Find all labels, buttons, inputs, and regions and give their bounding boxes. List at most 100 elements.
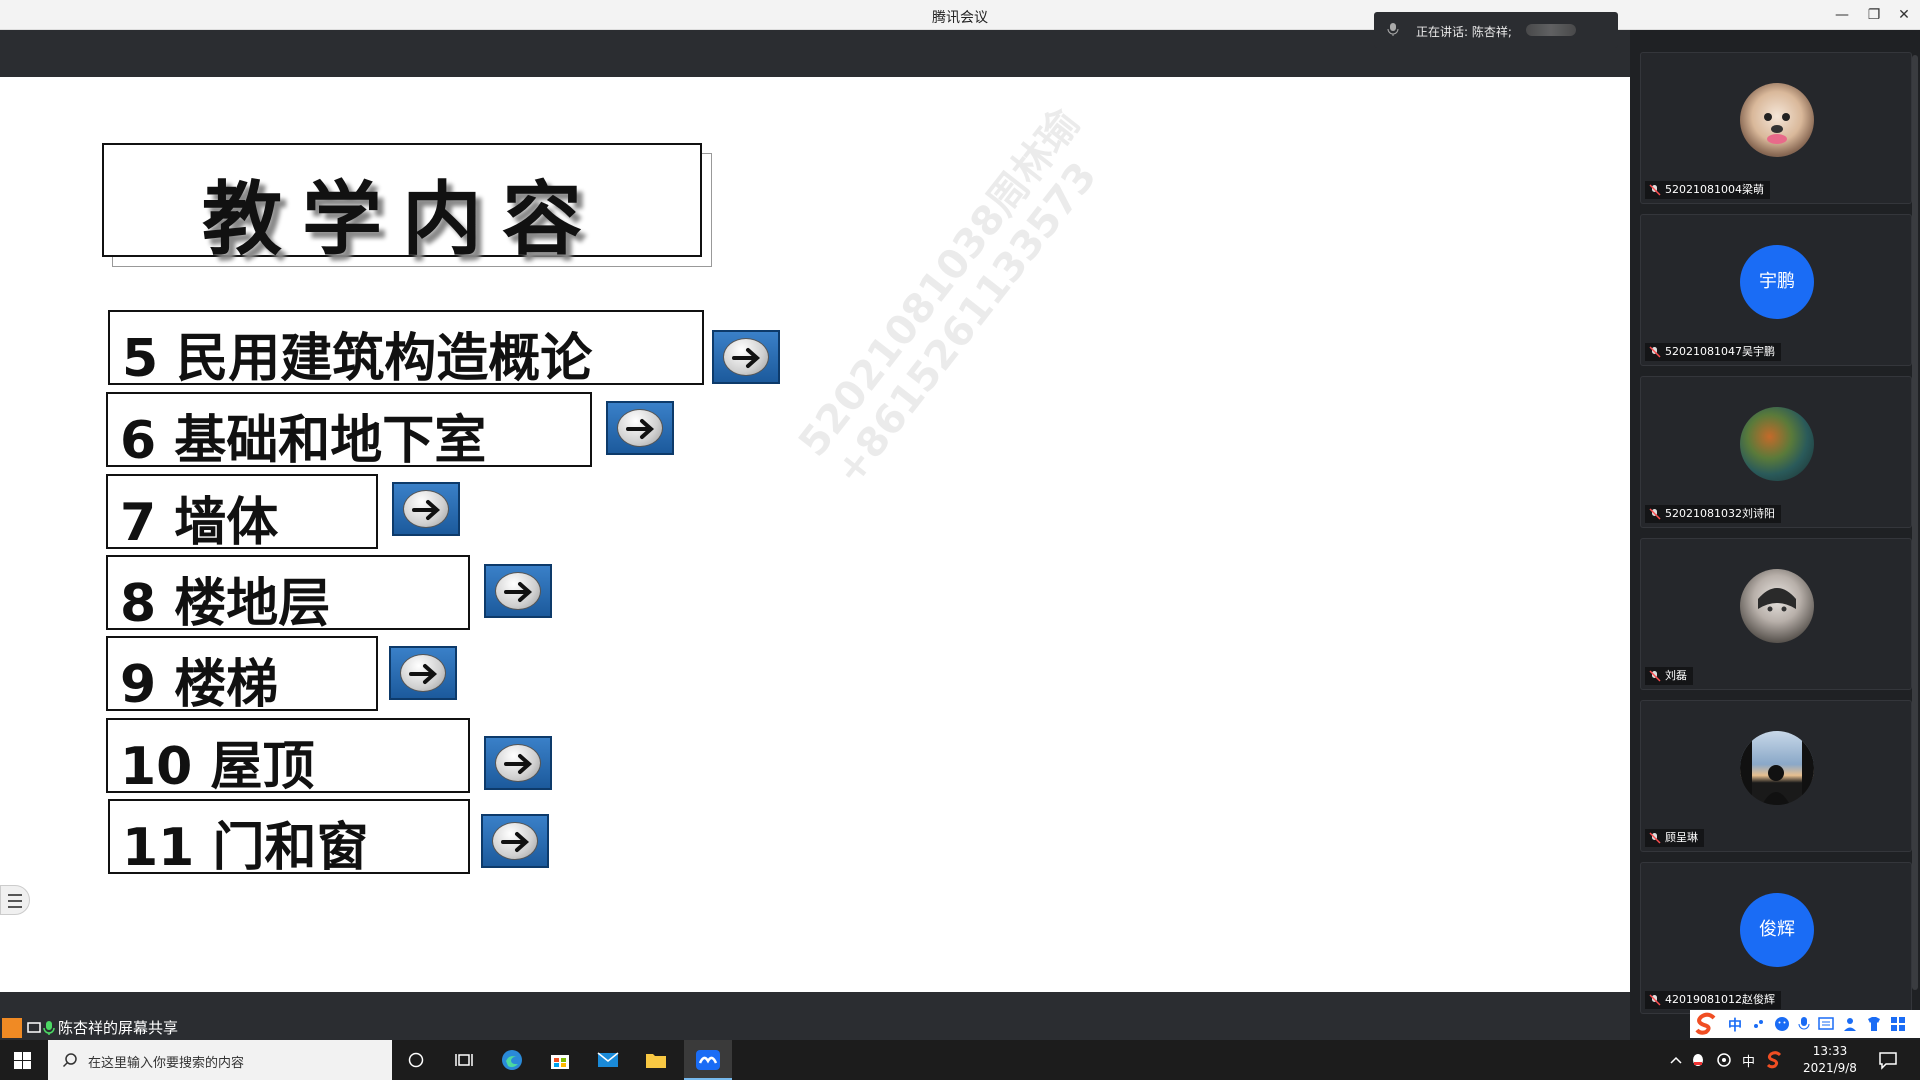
participant-name-text: 42019081012赵俊辉	[1665, 993, 1775, 1006]
store-icon	[551, 1055, 569, 1069]
shared-screen: 教学内容 5 民用建筑构造概论 6 基础和地下室 7 墙体 8 楼地层 9 楼梯…	[0, 77, 1630, 992]
arrow-button[interactable]	[484, 736, 552, 790]
slide-title: 教学内容	[202, 173, 602, 266]
cortana-button[interactable]	[392, 1040, 440, 1080]
screen-share-label: 陈杏祥的屏幕共享	[0, 1016, 195, 1040]
arrow-button[interactable]	[389, 646, 457, 700]
participant-sidebar: 52021081004梁萌 宇鹏 52021081047吴宇鹏 52021081…	[1630, 52, 1920, 1040]
restore-button[interactable]: ❐	[1860, 4, 1888, 26]
arrow-right-icon	[403, 490, 449, 528]
system-clock[interactable]: 13:33 2021/9/8	[1798, 1043, 1862, 1077]
qq-icon[interactable]	[1690, 1052, 1706, 1068]
share-label-text: 陈杏祥的屏幕共享	[58, 1019, 179, 1037]
toolbox-icon	[1891, 1017, 1905, 1031]
sidebar-scrollbar[interactable]	[1912, 55, 1918, 990]
file-explorer-button[interactable]	[632, 1040, 680, 1080]
keyboard-icon	[1818, 1017, 1834, 1030]
arrow-right-icon	[495, 744, 541, 782]
skin-icon	[1868, 1017, 1880, 1031]
list-item: 9 楼梯	[106, 636, 378, 715]
slide-title-box: 教学内容	[102, 143, 702, 266]
participant-name: 52021081047吴宇鹏	[1645, 343, 1781, 361]
clock-time: 13:33	[1812, 1044, 1848, 1058]
participant-tile[interactable]: 顾呈琳	[1640, 700, 1912, 852]
watermark-line: 52021081038周林瑜	[790, 101, 1089, 466]
mic-muted-icon	[1649, 184, 1661, 196]
arrow-right-icon	[617, 409, 663, 447]
store-button[interactable]	[536, 1040, 584, 1080]
item-label: 10 屋顶	[120, 737, 315, 797]
participant-name: 刘磊	[1645, 667, 1693, 685]
avatar: 宇鹏	[1740, 245, 1814, 319]
participant-name-text: 52021081032刘诗阳	[1665, 507, 1775, 520]
emoji-icon	[1775, 1017, 1789, 1031]
participant-tile[interactable]: 宇鹏 52021081047吴宇鹏	[1640, 214, 1912, 366]
speaking-text: 正在讲话: 陈杏祥;	[1416, 25, 1512, 39]
arrow-right-icon	[492, 822, 538, 860]
task-view-button[interactable]	[440, 1040, 488, 1080]
list-item: 8 楼地层	[106, 555, 470, 634]
task-view-icon	[455, 1054, 473, 1066]
participant-name: 顾呈琳	[1645, 829, 1704, 847]
notification-icon[interactable]	[1878, 1050, 1898, 1070]
user-center-icon	[1844, 1018, 1856, 1031]
list-item: 7 墙体	[106, 474, 378, 553]
sogou-tray-icon[interactable]	[1766, 1051, 1784, 1069]
avatar	[1740, 569, 1814, 643]
folder-icon	[646, 1054, 666, 1068]
ime-toolbar[interactable]: 中	[1690, 1010, 1920, 1038]
window-titlebar: 腾讯会议 — ❐ ✕	[0, 0, 1920, 30]
mail-button[interactable]	[584, 1040, 632, 1080]
item-label: 8 楼地层	[120, 574, 331, 634]
participant-tile[interactable]: 刘磊	[1640, 538, 1912, 690]
participant-tile[interactable]: 52021081032刘诗阳	[1640, 376, 1912, 528]
ime-lang-indicator[interactable]: 中	[1728, 1015, 1742, 1035]
minimize-button[interactable]: —	[1828, 4, 1856, 26]
voice-input-icon	[1798, 1017, 1810, 1030]
arrow-button[interactable]	[712, 330, 780, 384]
taskbar-search-box[interactable]: 在这里输入你要搜索的内容	[48, 1040, 392, 1080]
arrow-button[interactable]	[481, 814, 549, 868]
close-button[interactable]: ✕	[1890, 4, 1918, 26]
arrow-right-icon	[400, 654, 446, 692]
list-item: 10 屋顶	[106, 718, 470, 797]
mic-muted-icon	[1649, 508, 1661, 520]
participant-name-text: 52021081004梁萌	[1665, 183, 1764, 196]
tencent-meeting-icon	[696, 1050, 720, 1070]
participant-tile[interactable]: 俊辉 42019081012赵俊辉	[1640, 862, 1912, 1014]
item-label: 5 民用建筑构造概论	[122, 329, 593, 389]
edge-icon	[502, 1050, 522, 1070]
cortana-icon	[408, 1052, 424, 1068]
start-button[interactable]	[0, 1040, 46, 1080]
participant-name-text: 52021081047吴宇鹏	[1665, 345, 1775, 358]
clock-date: 2021/9/8	[1803, 1061, 1857, 1075]
search-placeholder: 在这里输入你要搜索的内容	[88, 1056, 245, 1071]
watermark: 52021081038周林瑜 +8615261133573	[790, 101, 1125, 493]
edge-button[interactable]	[488, 1040, 536, 1080]
participant-tile[interactable]: 52021081004梁萌	[1640, 52, 1912, 204]
arrow-button[interactable]	[484, 564, 552, 618]
mic-muted-icon	[1649, 346, 1661, 358]
participant-name: 52021081004梁萌	[1645, 181, 1770, 199]
mic-icon	[1387, 23, 1399, 36]
input-language[interactable]: 中	[1742, 1051, 1755, 1070]
wechat-icon[interactable]	[1716, 1052, 1732, 1068]
tencent-meeting-button[interactable]	[684, 1040, 732, 1080]
arrow-button[interactable]	[606, 401, 674, 455]
search-icon	[62, 1053, 77, 1068]
watermark-line: +8615261133573	[826, 153, 1106, 494]
avatar	[1740, 407, 1814, 481]
list-toggle-button[interactable]	[0, 885, 30, 915]
item-label: 11 门和窗	[122, 818, 369, 878]
avatar	[1740, 83, 1814, 157]
list-item: 11 门和窗	[108, 799, 470, 878]
user-icon	[2, 1018, 22, 1038]
participant-name: 42019081012赵俊辉	[1645, 991, 1781, 1009]
participant-name-text: 刘磊	[1665, 669, 1687, 682]
chevron-up-icon[interactable]	[1670, 1056, 1682, 1064]
punctuation-icon	[1754, 1020, 1763, 1028]
windows-taskbar: 在这里输入你要搜索的内容 中 13:33 2021/9/8	[0, 1040, 1920, 1080]
arrow-button[interactable]	[392, 482, 460, 536]
item-label: 7 墙体	[120, 493, 279, 553]
windows-logo-icon	[14, 1052, 31, 1069]
